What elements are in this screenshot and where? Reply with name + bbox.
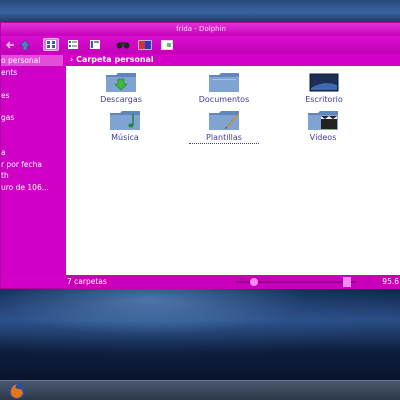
sidebar-item-label: r por fecha xyxy=(1,160,43,169)
columns-view-icon xyxy=(90,40,100,49)
binoculars-icon xyxy=(116,42,130,49)
zoom-slider-end[interactable] xyxy=(343,277,351,287)
folder-label: Documentos xyxy=(198,95,250,104)
toolbar xyxy=(1,36,400,54)
window-titlebar[interactable]: frida - Dolphin xyxy=(1,23,400,36)
status-text: 7 carpetas xyxy=(67,277,107,286)
templates-folder-icon xyxy=(208,109,240,131)
sidebar-item-images[interactable]: es xyxy=(1,90,63,101)
up-arrow-icon xyxy=(19,39,31,50)
up-button[interactable] xyxy=(17,38,33,51)
folder-label: Descargas xyxy=(100,95,142,104)
sidebar-item-label: ents xyxy=(1,68,18,77)
sidebar-item-label: uro de 106... xyxy=(1,183,49,192)
sidebar-item-documents[interactable]: ents xyxy=(1,67,63,78)
status-bar: 7 carpetas 95.6 xyxy=(66,275,400,289)
desktop-top-strip xyxy=(0,0,400,22)
firefox-launcher[interactable] xyxy=(8,382,26,400)
icons-view-button[interactable] xyxy=(43,38,59,51)
folder-item[interactable]: Música xyxy=(90,109,160,143)
music-folder-icon xyxy=(109,109,141,131)
new-window-icon xyxy=(161,39,173,50)
file-view: › Carpeta personal Descargas Documentos … xyxy=(66,54,400,275)
documents-folder-icon xyxy=(208,71,240,93)
columns-view-button[interactable] xyxy=(87,38,103,51)
folder-label: Escritorio xyxy=(305,95,343,104)
folder-item[interactable]: Descargas xyxy=(86,71,156,105)
taskbar xyxy=(0,380,400,400)
folder-item[interactable]: Documentos xyxy=(189,71,259,105)
desktop-folder-icon xyxy=(308,71,340,93)
sidebar-item-search-by-date[interactable]: r por fecha xyxy=(1,159,63,170)
breadcrumb[interactable]: › Carpeta personal xyxy=(66,54,400,66)
folder-item[interactable]: Plantillas xyxy=(189,109,259,144)
sidebar-item-hard-drive[interactable]: uro de 106... xyxy=(1,182,63,193)
folder-label: Vídeos xyxy=(309,133,337,142)
folder-item[interactable]: Escritorio xyxy=(289,71,359,105)
icons-view-icon xyxy=(46,40,56,49)
folder-label: Música xyxy=(111,133,139,142)
zoom-slider[interactable] xyxy=(236,277,356,287)
folder-item[interactable]: Vídeos xyxy=(288,109,358,143)
back-arrow-icon xyxy=(6,40,14,49)
firefox-icon xyxy=(9,383,25,399)
places-sidebar: o personal ents es gas a r por fecha th … xyxy=(1,54,63,275)
sidebar-item-label: es xyxy=(1,91,10,100)
videos-folder-icon xyxy=(307,109,339,131)
download-folder-icon xyxy=(105,71,137,93)
sidebar-item-label: o personal xyxy=(1,56,41,65)
preview-button[interactable] xyxy=(115,38,131,51)
split-view-icon xyxy=(138,39,152,50)
window-title: frida - Dolphin xyxy=(176,25,226,33)
details-view-button[interactable] xyxy=(65,38,81,51)
sidebar-item-label: a xyxy=(1,148,6,157)
zoom-slider-handle[interactable] xyxy=(250,278,258,286)
folder-label: Plantillas xyxy=(189,133,259,144)
sidebar-item-downloads[interactable]: gas xyxy=(1,112,63,123)
sidebar-item-home[interactable]: o personal xyxy=(1,55,63,66)
breadcrumb-label: Carpeta personal xyxy=(76,55,154,64)
sidebar-item-network[interactable]: th xyxy=(1,170,63,181)
split-view-button[interactable] xyxy=(137,38,153,51)
sidebar-item-trash[interactable]: a xyxy=(1,147,63,158)
sidebar-item-label: gas xyxy=(1,113,15,122)
new-tab-button[interactable] xyxy=(159,38,175,51)
breadcrumb-arrow-icon: › xyxy=(70,55,74,64)
zoom-readout: 95.6 xyxy=(382,277,399,286)
dolphin-window: frida - Dolphin o personal ents es gas a… xyxy=(0,22,400,289)
sidebar-item-label: th xyxy=(1,171,9,180)
details-view-icon xyxy=(68,40,78,49)
